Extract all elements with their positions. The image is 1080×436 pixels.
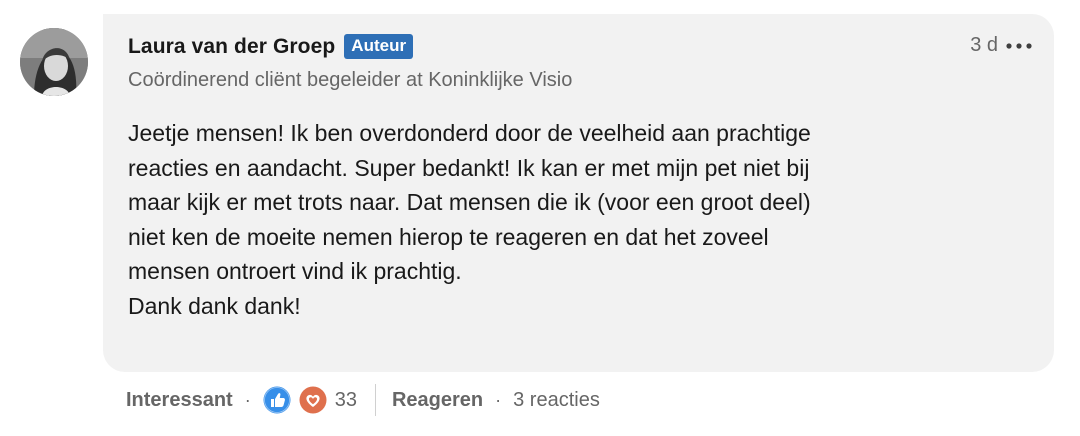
more-options-button[interactable] [1004,32,1034,60]
comment-root: Laura van der Groep Auteur Coördinerend … [0,0,1080,436]
reaction-count: 33 [334,388,357,411]
comment-header: Laura van der Groep Auteur [128,34,414,59]
thumbs-up-icon [263,386,291,414]
separator-dot: · [244,389,251,410]
comment-body-line: Dank dank dank! [128,292,301,319]
comment-time: 3 d [970,34,998,56]
comment-actions: Interessant · 33 Reageren · 3 reacties [126,382,600,418]
ellipsis-icon [1006,43,1032,49]
comment-body-line: niet ken de moeite nemen hierop te reage… [128,223,769,250]
author-headline: Coördinerend cliënt begeleider at Konink… [128,69,573,91]
author-name[interactable]: Laura van der Groep [128,35,335,59]
like-button[interactable]: Interessant [126,389,233,412]
comment-body-line: maar kijk er met trots naar. Dat mensen … [128,189,811,215]
divider [374,384,376,416]
comment-bubble: Laura van der Groep Auteur Coördinerend … [103,14,1054,372]
author-badge: Auteur [344,34,414,59]
separator-dot: · [495,389,502,410]
comment-body: Jeetje mensen! Ik ben overdonderd door d… [128,116,1028,323]
replies-count-link[interactable]: 3 reacties [513,389,600,412]
reactions-summary[interactable]: 33 [263,386,357,414]
profile-photo-icon [20,28,88,96]
heart-icon [299,386,327,414]
reply-button[interactable]: Reageren [392,389,483,412]
comment-body-line: reacties en aandacht. Super bedankt! Ik … [128,154,810,181]
comment-body-line: Jeetje mensen! Ik ben overdonderd door d… [128,120,811,146]
comment-body-line: mensen ontroert vind ik prachtig. [128,258,462,284]
avatar[interactable] [20,28,88,96]
